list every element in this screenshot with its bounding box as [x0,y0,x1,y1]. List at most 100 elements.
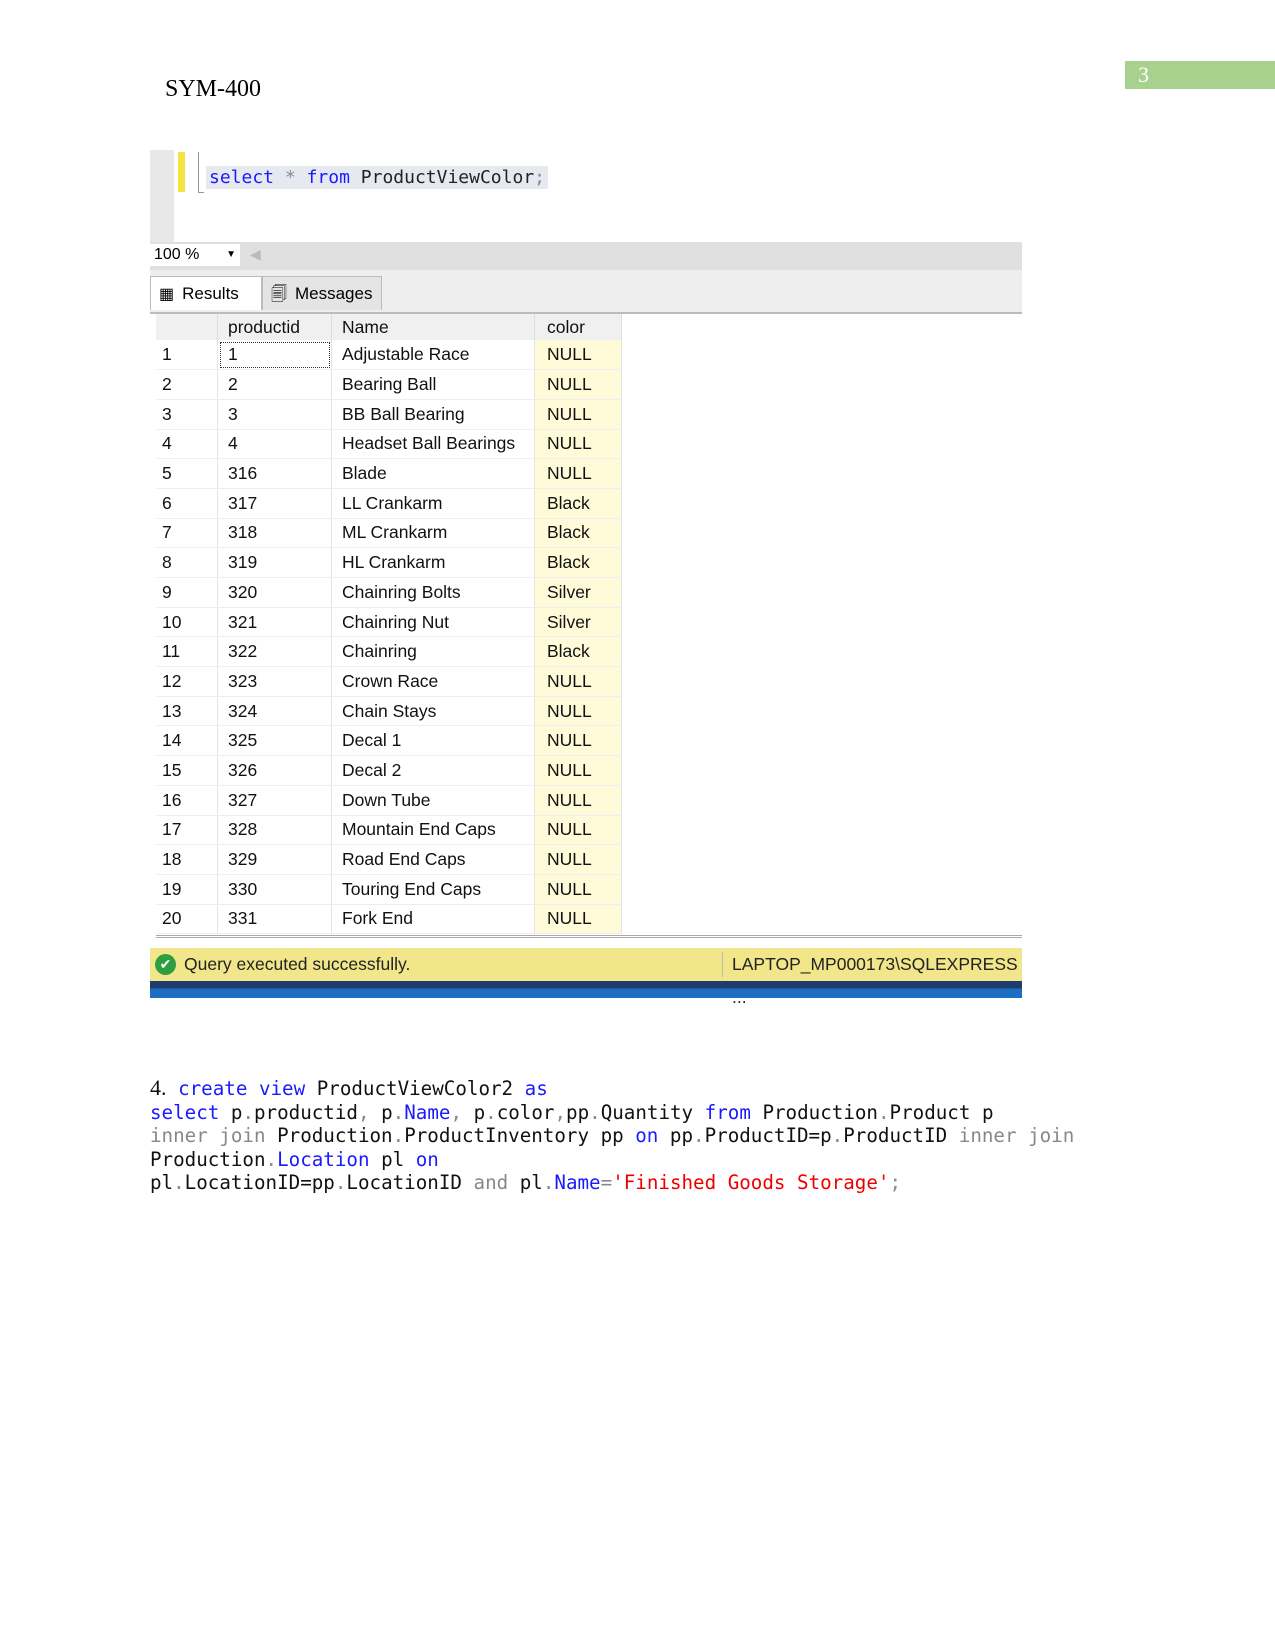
cell-name[interactable]: Chainring Bolts [331,577,535,608]
cell-name[interactable]: Touring End Caps [331,874,535,905]
table-row[interactable]: 14 325 Decal 1 NULL [156,725,622,757]
table-row[interactable]: 1 1 Adjustable Race NULL [156,340,622,371]
cell-color[interactable]: NULL [534,399,622,430]
row-number[interactable]: 17 [156,815,218,846]
cell-color[interactable]: NULL [534,696,622,727]
zoom-select[interactable]: 100 % ▼ [150,244,240,266]
cell-productid[interactable]: 316 [217,458,332,489]
cell-productid[interactable]: 317 [217,488,332,519]
cell-color[interactable]: NULL [534,815,622,846]
cell-productid[interactable]: 322 [217,636,332,668]
cell-productid[interactable]: 326 [217,755,332,786]
table-row[interactable]: 2 2 Bearing Ball NULL [156,369,622,400]
row-number[interactable]: 8 [156,547,218,578]
cell-name[interactable]: Chain Stays [331,696,535,727]
row-number[interactable]: 16 [156,785,218,816]
cell-productid[interactable]: 1 [217,340,332,371]
table-row[interactable]: 17 328 Mountain End Caps NULL [156,815,622,846]
table-row[interactable]: 16 327 Down Tube NULL [156,785,622,816]
row-number[interactable]: 11 [156,636,218,668]
cell-productid[interactable]: 3 [217,399,332,430]
column-header[interactable]: color [534,314,622,340]
cell-name[interactable]: Chainring Nut [331,607,535,638]
table-row[interactable]: 9 320 Chainring Bolts Silver [156,577,622,608]
cell-productid[interactable]: 328 [217,815,332,846]
row-number[interactable]: 12 [156,666,218,697]
cell-productid[interactable]: 321 [217,607,332,638]
table-row[interactable]: 7 318 ML Crankarm Black [156,518,622,549]
table-row[interactable]: 4 4 Headset Ball Bearings NULL [156,429,622,460]
row-number[interactable]: 4 [156,429,218,460]
cell-color[interactable]: NULL [534,904,622,935]
cell-color[interactable]: Black [534,636,622,668]
cell-color[interactable]: NULL [534,785,622,816]
cell-name[interactable]: Bearing Ball [331,369,535,400]
table-row[interactable]: 20 331 Fork End NULL [156,904,622,935]
table-row[interactable]: 19 330 Touring End Caps NULL [156,874,622,905]
cell-name[interactable]: Down Tube [331,785,535,816]
row-number[interactable]: 2 [156,369,218,400]
cell-name[interactable]: BB Ball Bearing [331,399,535,430]
table-row[interactable]: 6 317 LL Crankarm Black [156,488,622,519]
cell-color[interactable]: NULL [534,429,622,460]
cell-color[interactable]: Black [534,547,622,578]
cell-productid[interactable]: 327 [217,785,332,816]
column-header[interactable]: Name [331,314,535,340]
table-row[interactable]: 15 326 Decal 2 NULL [156,755,622,786]
row-number[interactable]: 5 [156,458,218,489]
column-header[interactable]: productid [217,314,332,340]
cell-color[interactable]: Black [534,518,622,549]
cell-productid[interactable]: 331 [217,904,332,935]
row-number[interactable]: 13 [156,696,218,727]
cell-color[interactable]: NULL [534,340,622,371]
cell-color[interactable]: NULL [534,844,622,875]
scroll-left-icon[interactable]: ◀ [250,246,261,263]
cell-color[interactable]: NULL [534,874,622,905]
cell-productid[interactable]: 330 [217,874,332,905]
cell-name[interactable]: Road End Caps [331,844,535,875]
row-number[interactable]: 14 [156,725,218,757]
tab-messages[interactable]: 🗐 Messages [262,276,382,310]
table-row[interactable]: 13 324 Chain Stays NULL [156,696,622,727]
row-number[interactable]: 18 [156,844,218,875]
cell-color[interactable]: NULL [534,755,622,786]
cell-name[interactable]: HL Crankarm [331,547,535,578]
table-row[interactable]: 3 3 BB Ball Bearing NULL [156,399,622,430]
cell-name[interactable]: Headset Ball Bearings [331,429,535,460]
row-number[interactable]: 1 [156,340,218,371]
table-row[interactable]: 8 319 HL Crankarm Black [156,547,622,578]
cell-productid[interactable]: 320 [217,577,332,608]
cell-name[interactable]: LL Crankarm [331,488,535,519]
cell-productid[interactable]: 319 [217,547,332,578]
row-number[interactable]: 6 [156,488,218,519]
table-row[interactable]: 12 323 Crown Race NULL [156,666,622,697]
cell-name[interactable]: Crown Race [331,666,535,697]
row-number[interactable]: 3 [156,399,218,430]
cell-name[interactable]: Decal 1 [331,725,535,757]
cell-productid[interactable]: 325 [217,725,332,757]
cell-color[interactable]: NULL [534,458,622,489]
cell-name[interactable]: Mountain End Caps [331,815,535,846]
table-row[interactable]: 5 316 Blade NULL [156,458,622,489]
row-number[interactable]: 7 [156,518,218,549]
cell-productid[interactable]: 2 [217,369,332,400]
row-number[interactable]: 19 [156,874,218,905]
cell-color[interactable]: NULL [534,725,622,757]
cell-name[interactable]: Fork End [331,904,535,935]
cell-name[interactable]: Adjustable Race [331,340,535,371]
cell-productid[interactable]: 318 [217,518,332,549]
table-row[interactable]: 18 329 Road End Caps NULL [156,844,622,875]
cell-name[interactable]: Decal 2 [331,755,535,786]
tab-results[interactable]: ▦ Results [150,276,262,310]
cell-color[interactable]: Silver [534,607,622,638]
cell-name[interactable]: Chainring [331,636,535,668]
table-row[interactable]: 10 321 Chainring Nut Silver [156,607,622,638]
row-number[interactable]: 9 [156,577,218,608]
cell-name[interactable]: ML Crankarm [331,518,535,549]
cell-color[interactable]: NULL [534,369,622,400]
cell-color[interactable]: Silver [534,577,622,608]
cell-name[interactable]: Blade [331,458,535,489]
row-number[interactable]: 15 [156,755,218,786]
cell-productid[interactable]: 323 [217,666,332,697]
cell-productid[interactable]: 324 [217,696,332,727]
